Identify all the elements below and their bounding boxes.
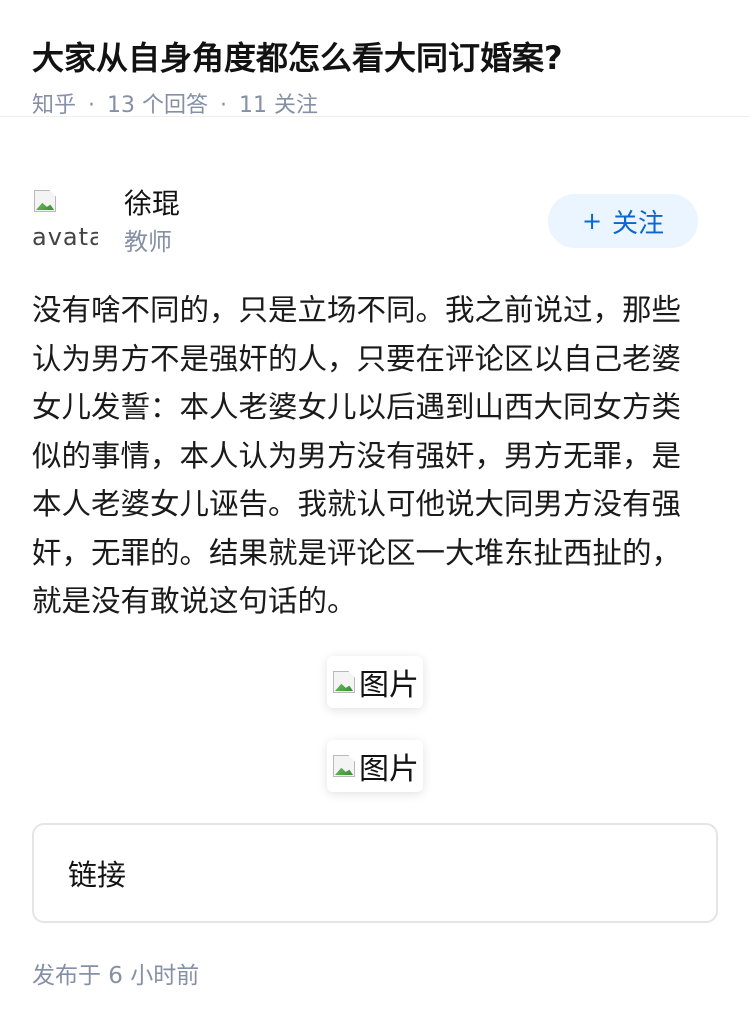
plus-icon: + [581,207,603,235]
broken-image-icon [331,753,357,779]
link-card[interactable]: 链接 [32,823,718,923]
answer-text: 没有啥不同的，只是立场不同。我之前说过，那些认为男方不是强奸的人，只要在评论区以… [32,293,682,618]
broken-image-icon [331,669,357,695]
answer-image[interactable]: 图片 [327,656,423,708]
follow-label: 关注 [612,208,665,239]
avatar[interactable]: avatar [32,188,98,254]
image-alt-text: 图片 [359,668,419,703]
answer-image[interactable]: 图片 [327,740,423,792]
follow-button[interactable]: + 关注 [548,194,698,248]
question-meta: 知乎 · 13 个回答 · 11 关注 [32,90,718,122]
source-label[interactable]: 知乎 [32,93,76,118]
followers-count[interactable]: 11 关注 [239,93,318,118]
answers-count[interactable]: 13 个回答 [107,93,208,118]
publish-time: 发布于 6 小时前 [32,963,200,989]
image-alt-text: 图片 [359,752,419,787]
link-label: 链接 [68,858,127,892]
author-row: avatar 徐琨 教师 + 关注 [32,180,698,270]
meta-separator: · [220,93,228,118]
author-name[interactable]: 徐琨 [124,186,180,222]
avatar-alt-text: avatar [32,223,98,251]
question-header: 大家从自身角度都怎么看大同订婚案? 知乎 · 13 个回答 · 11 关注 [0,0,750,118]
author-role: 教师 [124,228,172,256]
question-title[interactable]: 大家从自身角度都怎么看大同订婚案? [32,34,718,82]
meta-separator: · [88,93,96,118]
broken-image-icon [32,188,58,214]
